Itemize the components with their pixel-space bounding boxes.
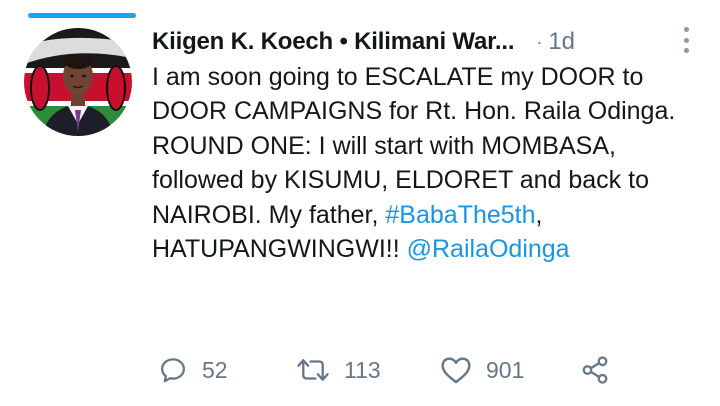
tab-indicator — [28, 13, 136, 18]
reply-icon — [158, 355, 188, 385]
like-count: 901 — [486, 356, 525, 383]
share-icon — [580, 355, 610, 385]
author-name[interactable]: Kiigen K. Koech • Kilimani War... — [152, 28, 515, 56]
more-options-icon[interactable] — [682, 27, 690, 53]
more-dot — [683, 37, 689, 43]
retweet-button[interactable]: 113 — [296, 350, 381, 390]
more-dot — [683, 48, 689, 53]
tweet-text: I am soon going to ESCALATE my DOOR to D… — [152, 60, 697, 266]
tweet-time[interactable]: 1d — [548, 28, 575, 56]
more-dot — [683, 27, 689, 32]
retweet-count: 113 — [344, 356, 381, 383]
tweet-header: Kiigen K. Koech • Kilimani War... · 1d — [152, 26, 712, 58]
heart-icon — [440, 355, 472, 385]
action-bar: 52 113 901 — [152, 350, 672, 390]
time-separator: · — [536, 31, 543, 52]
share-button[interactable] — [580, 350, 610, 390]
hashtag-link[interactable]: #BabaThe5th — [385, 201, 535, 229]
retweet-icon — [296, 355, 330, 385]
like-button[interactable]: 901 — [440, 350, 524, 390]
mention-link[interactable]: @RailaOdinga — [407, 235, 570, 263]
reply-button[interactable]: 52 — [158, 350, 228, 390]
reply-count: 52 — [202, 356, 228, 383]
avatar[interactable] — [24, 28, 132, 136]
